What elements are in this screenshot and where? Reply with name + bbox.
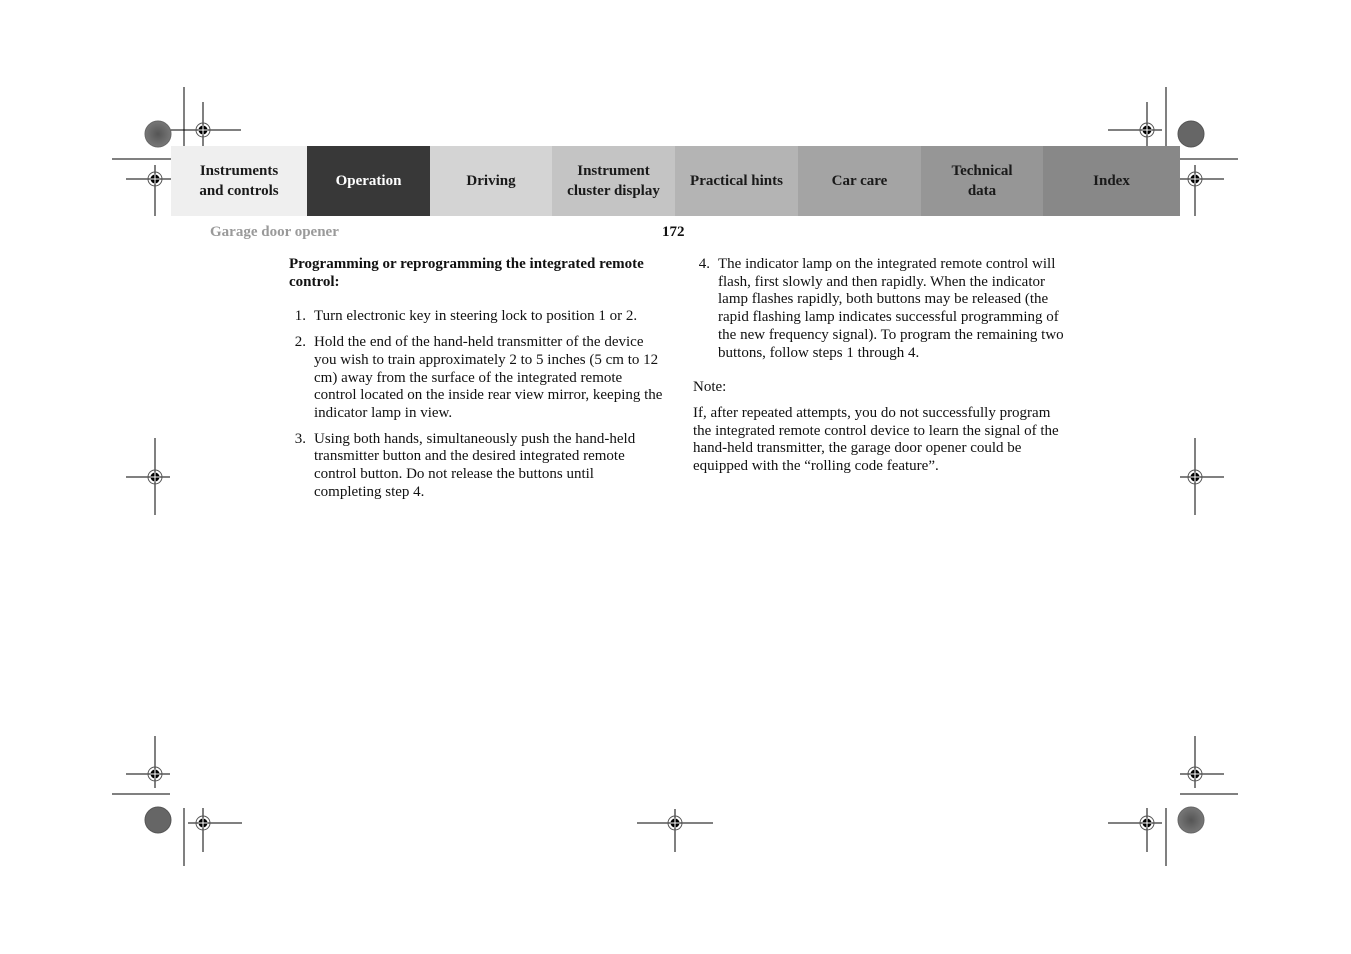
print-registration-marks [112, 87, 1238, 866]
tab-label: Driving [466, 173, 516, 189]
crosshair-target-icon [637, 809, 713, 852]
procedure-heading: Programming or reprogramming the integra… [289, 256, 644, 290]
crosshair-target-icon [1180, 165, 1224, 216]
tab-instruments-and-controls[interactable]: Instruments and controls [171, 146, 307, 216]
tab-operation[interactable]: Operation [307, 146, 430, 216]
crosshair-target-icon [126, 438, 170, 515]
note-text: If, after repeated attempts, you do not … [693, 404, 1059, 475]
step-text: Turn electronic key in steering lock to … [314, 308, 638, 325]
step-text: Hold the end of the hand-held transmitte… [314, 334, 663, 421]
star-target-icon [144, 120, 172, 148]
star-target-icon [144, 806, 172, 834]
step-number: 3. [294, 430, 306, 447]
crosshair-target-icon [126, 736, 170, 788]
crosshair-target-icon [1108, 808, 1162, 852]
tab-label: Car care [831, 173, 888, 189]
crosshair-target-icon [126, 165, 171, 216]
tab-driving[interactable]: Driving [430, 146, 552, 216]
left-column: Programming or reprogramming the integra… [289, 256, 664, 509]
tab-label: Instrument cluster display [567, 163, 660, 199]
crosshair-target-icon [1108, 102, 1162, 146]
right-column: 4. The indicator lamp on the integrated … [693, 256, 1068, 476]
tab-car-care[interactable]: Car care [798, 146, 921, 216]
tab-label: Operation [335, 173, 402, 189]
tab-technical-data[interactable]: Technical data [921, 146, 1043, 216]
crosshair-target-icon [1180, 438, 1224, 515]
star-target-icon [1177, 120, 1205, 148]
tab-label: Instruments and controls [199, 163, 279, 199]
page-number: 172 [662, 224, 685, 240]
step-number: 1. [294, 308, 306, 325]
tab-label: Index [1093, 173, 1130, 189]
crosshair-target-icon [188, 808, 242, 852]
section-tab-bar: Instruments and controls Operation Drivi… [171, 146, 1180, 216]
step-text: The indicator lamp on the integrated rem… [718, 256, 1064, 361]
tab-index[interactable]: Index [1043, 146, 1180, 216]
step-text: Using both hands, simultaneously push th… [314, 430, 636, 500]
list-item: 3. Using both hands, simultaneously push… [289, 431, 664, 502]
section-title: Garage door opener [210, 224, 339, 240]
tab-instrument-cluster-display[interactable]: Instrument cluster display [552, 146, 675, 216]
list-item: 4. The indicator lamp on the integrated … [693, 256, 1068, 362]
list-item: 1. Turn electronic key in steering lock … [289, 308, 664, 326]
tab-label: Practical hints [690, 173, 783, 189]
note-label: Note: [693, 379, 727, 396]
tab-practical-hints[interactable]: Practical hints [675, 146, 798, 216]
crosshair-target-icon [1180, 736, 1224, 788]
list-item: 2. Hold the end of the hand-held transmi… [289, 334, 664, 423]
star-target-icon [1177, 806, 1205, 834]
step-number: 4. [698, 256, 710, 272]
tab-label: Technical data [951, 163, 1013, 199]
crosshair-target-icon [168, 102, 241, 146]
step-number: 2. [294, 334, 306, 351]
